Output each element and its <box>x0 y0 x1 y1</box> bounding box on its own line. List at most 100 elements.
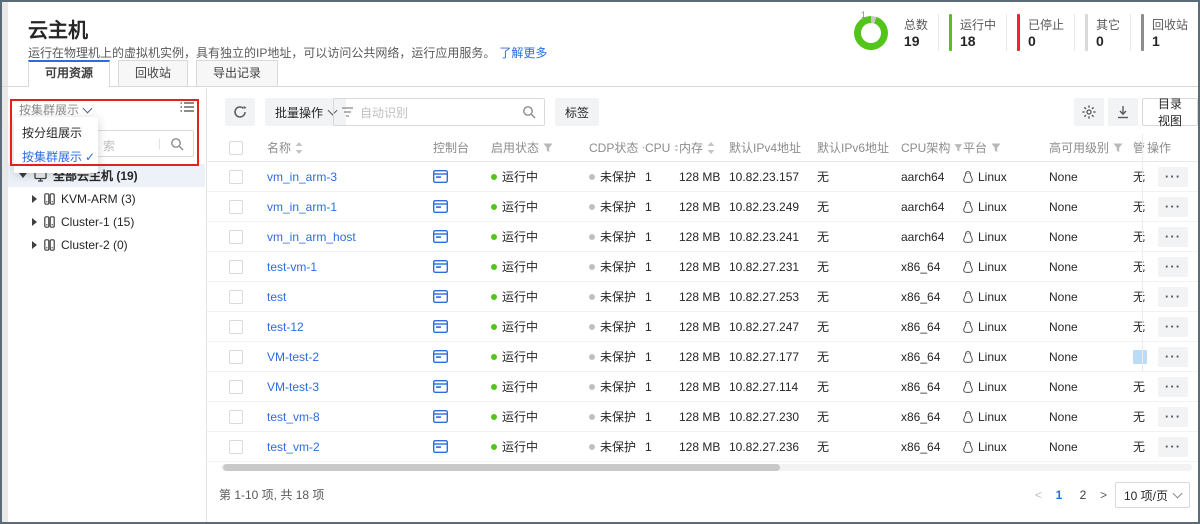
next-page-button[interactable]: > <box>1098 488 1109 502</box>
settings-button[interactable] <box>1074 98 1104 126</box>
view-menu-item-1[interactable]: 按分组展示 <box>14 121 98 145</box>
caret-down-icon[interactable] <box>19 173 27 178</box>
filter-icon[interactable] <box>543 143 553 153</box>
row-actions-button[interactable]: ··· <box>1158 377 1188 397</box>
ha-cell: None <box>1049 200 1133 214</box>
filter-icon[interactable] <box>1113 143 1123 153</box>
row-checkbox[interactable] <box>229 380 243 394</box>
refresh-button[interactable] <box>225 98 255 126</box>
linux-penguin-icon <box>963 381 973 393</box>
row-actions-button[interactable]: ··· <box>1158 407 1188 427</box>
column-header-label: 平台 <box>963 139 987 156</box>
status-cell: 运行中 <box>491 228 589 245</box>
row-checkbox[interactable] <box>229 350 243 364</box>
console-icon[interactable] <box>433 260 448 273</box>
stat-texts: 总数19 <box>904 14 928 51</box>
console-cell <box>433 350 491 363</box>
column-header-3[interactable]: 启用状态 <box>491 139 589 156</box>
tree-item-4[interactable]: Cluster-2 (0) <box>8 233 205 256</box>
caret-right-icon[interactable] <box>32 218 37 226</box>
row-checkbox[interactable] <box>229 170 243 184</box>
prev-page-button[interactable]: < <box>1033 488 1044 502</box>
vm-name-link[interactable]: VM-test-2 <box>267 350 319 364</box>
row-checkbox[interactable] <box>229 440 243 454</box>
vm-name-link[interactable]: test-12 <box>267 320 304 334</box>
vm-name-link[interactable]: test-vm-1 <box>267 260 317 274</box>
column-header-1[interactable]: 名称 <box>267 139 433 156</box>
cpu-cell: 1 <box>645 440 679 454</box>
column-header-2[interactable]: 控制台 <box>433 139 491 156</box>
page-number-2[interactable]: 2 <box>1074 488 1092 502</box>
tag-button[interactable]: 标签 <box>555 98 599 126</box>
row-actions-button[interactable]: ··· <box>1158 287 1188 307</box>
scrollbar-thumb[interactable] <box>223 464 780 471</box>
console-icon[interactable] <box>433 320 448 333</box>
row-checkbox[interactable] <box>229 320 243 334</box>
row-actions-button[interactable]: ··· <box>1158 347 1188 367</box>
learn-more-link[interactable]: 了解更多 <box>499 46 547 60</box>
column-header-label: 操作 <box>1147 139 1171 156</box>
console-icon[interactable] <box>433 200 448 213</box>
row-actions-button[interactable]: ··· <box>1158 317 1188 337</box>
page-number-1[interactable]: 1 <box>1050 488 1068 502</box>
row-actions-button[interactable]: ··· <box>1158 437 1188 457</box>
row-checkbox[interactable] <box>229 290 243 304</box>
console-icon[interactable] <box>433 440 448 453</box>
sort-icon[interactable] <box>707 142 715 154</box>
search-icon[interactable] <box>170 137 184 151</box>
view-menu-item-2[interactable]: 按集群展示✓ <box>14 145 98 169</box>
tab-1[interactable]: 可用资源 <box>28 60 110 87</box>
console-icon[interactable] <box>433 230 448 243</box>
sort-icon[interactable] <box>295 142 303 154</box>
column-header-10[interactable]: 平台 <box>963 139 1049 156</box>
row-checkbox[interactable] <box>229 200 243 214</box>
tree-item-2[interactable]: KVM-ARM (3) <box>8 187 205 210</box>
horizontal-scrollbar[interactable] <box>221 464 1192 471</box>
column-header-7[interactable]: 默认IPv4地址 <box>729 139 817 156</box>
column-header-12[interactable]: 管 <box>1133 139 1147 156</box>
table-search-input[interactable]: 自动识别 <box>333 98 545 126</box>
vm-name-link[interactable]: vm_in_arm-3 <box>267 170 337 184</box>
caret-right-icon[interactable] <box>32 195 37 203</box>
console-icon[interactable] <box>433 350 448 363</box>
row-actions-button[interactable]: ··· <box>1158 257 1188 277</box>
row-actions-button[interactable]: ··· <box>1158 167 1188 187</box>
vm-name-link[interactable]: vm_in_arm_host <box>267 230 356 244</box>
console-icon[interactable] <box>433 380 448 393</box>
search-icon[interactable] <box>522 105 536 119</box>
tab-3[interactable]: 导出记录 <box>196 60 278 86</box>
directory-view-button[interactable]: 目录视图 <box>1142 98 1198 126</box>
tab-2[interactable]: 回收站 <box>118 60 188 86</box>
select-all-checkbox[interactable] <box>229 141 243 155</box>
tree-item-3[interactable]: Cluster-1 (15) <box>8 210 205 233</box>
console-icon[interactable] <box>433 290 448 303</box>
filter-icon[interactable] <box>954 143 963 153</box>
row-checkbox[interactable] <box>229 260 243 274</box>
status-text: 运行中 <box>502 258 538 275</box>
console-icon[interactable] <box>433 410 448 423</box>
view-mode-dropdown[interactable]: 按集群展示 <box>19 101 91 118</box>
vm-name-link[interactable]: vm_in_arm-1 <box>267 200 337 214</box>
row-actions-button[interactable]: ··· <box>1158 227 1188 247</box>
column-header-13[interactable]: 操作 <box>1147 139 1199 156</box>
stat-color-bar <box>1141 14 1144 51</box>
page-size-select[interactable]: 10 项/页 <box>1115 482 1190 508</box>
vm-name-link[interactable]: test_vm-8 <box>267 410 320 424</box>
caret-right-icon[interactable] <box>32 241 37 249</box>
column-header-5[interactable]: CPU <box>645 141 679 155</box>
console-icon[interactable] <box>433 170 448 183</box>
vm-name-link[interactable]: test <box>267 290 286 304</box>
row-actions-button[interactable]: ··· <box>1158 197 1188 217</box>
row-checkbox[interactable] <box>229 230 243 244</box>
export-button[interactable] <box>1108 98 1138 126</box>
vm-name-link[interactable]: test_vm-2 <box>267 440 320 454</box>
vm-name-link[interactable]: VM-test-3 <box>267 380 319 394</box>
row-checkbox[interactable] <box>229 410 243 424</box>
column-header-8[interactable]: 默认IPv6地址 <box>817 139 901 156</box>
column-header-6[interactable]: 内存 <box>679 139 729 156</box>
column-header-9[interactable]: CPU架构 <box>901 139 963 156</box>
column-header-4[interactable]: CDP状态 <box>589 139 645 156</box>
list-view-icon[interactable] <box>180 101 194 113</box>
filter-icon[interactable] <box>991 143 1001 153</box>
column-header-11[interactable]: 高可用级别 <box>1049 139 1133 156</box>
